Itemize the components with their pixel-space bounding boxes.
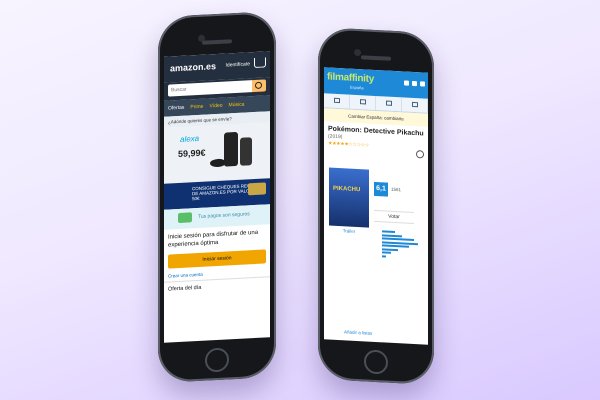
tab-film[interactable] bbox=[324, 93, 350, 109]
left-phone: amazon.es Identifícate Ofertas Prime Víd… bbox=[158, 10, 276, 384]
vote-button[interactable]: Votar bbox=[374, 209, 414, 224]
rating-score: 6,1 bbox=[374, 181, 388, 197]
echo-device-image bbox=[224, 131, 238, 167]
vote-count: 1561 bbox=[391, 186, 402, 193]
news-icon bbox=[411, 101, 418, 108]
right-phone: filmaffinity España Cambiar España: camb… bbox=[318, 26, 434, 386]
share-icon[interactable] bbox=[416, 150, 424, 159]
filmaffinity-screen: filmaffinity España Cambiar España: camb… bbox=[324, 67, 428, 345]
histogram-bar bbox=[382, 230, 395, 233]
histogram-bar bbox=[382, 247, 399, 251]
film-icon bbox=[333, 97, 340, 104]
logo-country: España bbox=[350, 84, 364, 91]
nav-video[interactable]: Vídeo bbox=[209, 103, 222, 110]
histogram-bar bbox=[382, 251, 391, 254]
credit-card-icon bbox=[178, 212, 192, 224]
front-camera bbox=[354, 48, 361, 57]
trailer-link[interactable]: Tráiler bbox=[329, 228, 369, 235]
search-button[interactable] bbox=[252, 79, 266, 93]
search-icon bbox=[255, 81, 262, 90]
movie-poster[interactable]: PIKACHU bbox=[329, 167, 369, 228]
tab-news[interactable] bbox=[402, 97, 428, 113]
home-button[interactable] bbox=[364, 349, 388, 375]
nav-musica[interactable]: Música bbox=[229, 102, 245, 109]
alexa-logo: alexa bbox=[180, 133, 200, 144]
menu-icon[interactable] bbox=[420, 81, 425, 87]
amazon-logo[interactable]: amazon.es bbox=[170, 61, 216, 73]
tv-icon bbox=[359, 99, 366, 105]
filmaffinity-logo[interactable]: filmaffinity bbox=[327, 71, 374, 84]
poster-title: PIKACHU bbox=[333, 185, 361, 194]
histogram-bar bbox=[382, 254, 387, 258]
list-icon bbox=[385, 100, 392, 106]
histogram-bar bbox=[382, 233, 402, 237]
echo-banner[interactable]: alexa 59,99€ bbox=[164, 122, 270, 184]
rating-histogram bbox=[382, 230, 418, 260]
search-icon[interactable] bbox=[404, 80, 409, 86]
echo-price: 59,99€ bbox=[178, 147, 206, 160]
tab-tv[interactable] bbox=[350, 94, 376, 110]
gift-card-icon bbox=[248, 182, 266, 196]
search-input[interactable] bbox=[168, 80, 252, 97]
nav-prime[interactable]: Prime bbox=[190, 104, 203, 111]
secure-payment-text: Tus pagos son seguros bbox=[198, 211, 250, 220]
tab-lists[interactable] bbox=[376, 96, 402, 112]
speaker bbox=[361, 55, 391, 61]
amazon-header: amazon.es Identifícate bbox=[164, 51, 270, 83]
amazon-screen: amazon.es Identifícate Ofertas Prime Víd… bbox=[164, 51, 270, 343]
header-icons bbox=[404, 80, 425, 87]
user-icon[interactable] bbox=[412, 80, 417, 87]
nav-ofertas[interactable]: Ofertas bbox=[168, 105, 184, 112]
login-link[interactable]: Identifícate bbox=[226, 61, 250, 68]
speaker bbox=[202, 39, 232, 45]
add-to-list-link[interactable]: Añadir a listas bbox=[344, 329, 372, 335]
echo-device-image-2 bbox=[240, 137, 252, 166]
home-button[interactable] bbox=[205, 347, 229, 373]
cart-icon[interactable] bbox=[254, 57, 266, 69]
